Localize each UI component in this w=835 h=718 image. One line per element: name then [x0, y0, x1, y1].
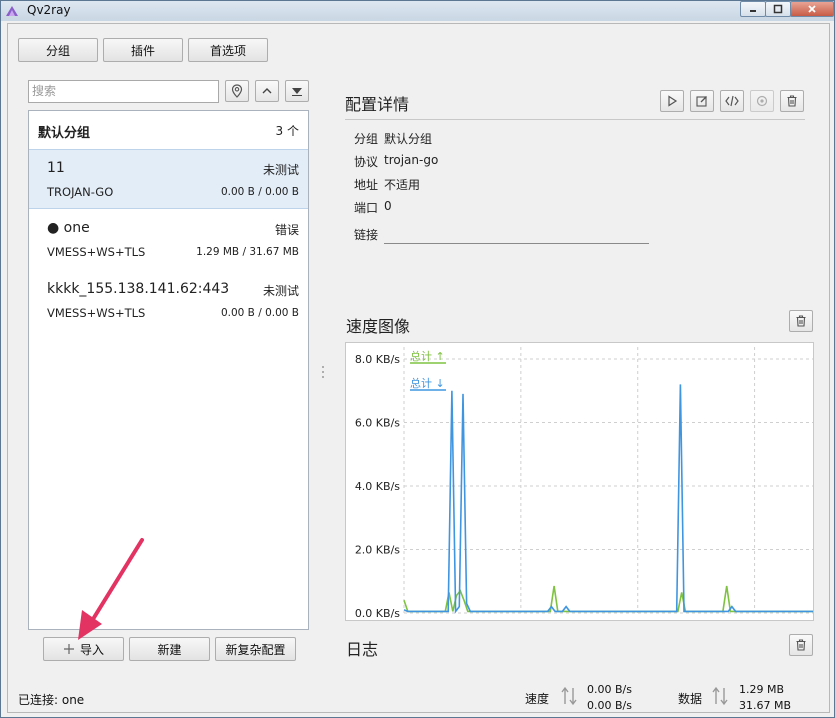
details-title: 配置详情 — [345, 95, 410, 114]
test-icon — [756, 95, 768, 107]
group-label: 分组 — [354, 132, 379, 146]
main-client-area: 分组 插件 首选项 搜索 默认分组 3 个 11 未测试 TROJAN-GO 0… — [7, 23, 830, 713]
code-icon — [725, 95, 739, 107]
download-speed: 0.00 B/s — [587, 699, 632, 712]
chevron-up-icon — [262, 88, 272, 94]
chevron-down-icon — [292, 88, 302, 96]
window-controls — [740, 1, 834, 19]
protocol-label: 协议 — [354, 155, 379, 169]
trash-icon — [796, 315, 806, 327]
qv2ray-logo-icon — [6, 6, 18, 16]
protocol-value: trojan-go — [384, 153, 439, 167]
location-pin-icon — [231, 84, 243, 98]
connection-item[interactable]: ● one 错误 VMESS+WS+TLS 1.29 MB / 31.67 MB — [29, 210, 308, 270]
group-value: 默认分组 — [384, 132, 433, 146]
speed-updown-icon — [561, 686, 577, 706]
splitter-handle-icon[interactable] — [321, 364, 325, 380]
share-link-field[interactable] — [384, 243, 649, 244]
window-title: Qv2ray — [27, 3, 71, 17]
connection-traffic: 0.00 B / 0.00 B — [220, 307, 299, 319]
connection-protocol: TROJAN-GO — [47, 185, 114, 199]
edit-json-button[interactable] — [720, 90, 744, 112]
connection-status-text: 已连接: one — [18, 693, 85, 707]
port-value: 0 — [384, 199, 392, 213]
y-tick-label: 6.0 KB/s — [355, 417, 400, 430]
connection-item[interactable]: kkkk_155.138.141.62:443 未测试 VMESS+WS+TLS… — [29, 271, 308, 331]
close-icon — [808, 5, 816, 13]
clear-speed-chart-button[interactable] — [789, 310, 813, 332]
title-bar: Qv2ray — [1, 1, 834, 21]
connect-button[interactable] — [660, 90, 684, 112]
connection-protocol: VMESS+WS+TLS — [47, 245, 146, 259]
trash-icon — [796, 639, 806, 651]
new-complex-config-button[interactable]: 新复杂配置 — [215, 637, 296, 661]
connection-traffic: 0.00 B / 0.00 B — [220, 186, 299, 198]
connection-status: 未测试 — [262, 163, 299, 177]
clear-log-button[interactable] — [789, 634, 813, 656]
delete-button[interactable] — [780, 90, 804, 112]
legend-label: 总计 ↑ — [410, 349, 445, 363]
link-label: 链接 — [354, 228, 379, 242]
data-uploaded: 1.29 MB — [739, 683, 785, 696]
main-window: Qv2ray 分组 插件 首选项 搜索 默认分组 3 个 11 未测试 TROJ… — [0, 0, 835, 718]
connection-protocol: VMESS+WS+TLS — [47, 306, 146, 320]
address-label: 地址 — [354, 178, 379, 192]
group-header[interactable]: 默认分组 3 个 — [29, 111, 308, 149]
connection-status: 错误 — [274, 223, 299, 237]
preferences-button[interactable]: 首选项 — [188, 38, 268, 62]
plugins-button[interactable]: 插件 — [103, 38, 183, 62]
connection-item[interactable]: 11 未测试 TROJAN-GO 0.00 B / 0.00 B — [29, 149, 308, 209]
port-label: 端口 — [354, 201, 379, 215]
minimize-button[interactable] — [740, 1, 766, 17]
speed-label: 速度 — [525, 692, 550, 706]
trash-icon — [787, 95, 797, 107]
close-button[interactable] — [790, 1, 834, 17]
search-input[interactable]: 搜索 — [28, 80, 219, 103]
locate-button[interactable] — [225, 80, 249, 102]
connection-status: 未测试 — [262, 284, 299, 298]
latency-test-button[interactable] — [750, 90, 774, 112]
series-line — [403, 384, 813, 614]
data-downloaded: 31.67 MB — [739, 699, 792, 712]
connection-name: ● one — [47, 220, 90, 236]
data-label: 数据 — [678, 692, 703, 706]
speed-chart-title: 速度图像 — [346, 317, 411, 336]
connection-name: kkkk_155.138.141.62:443 — [47, 281, 230, 297]
y-tick-label: 8.0 KB/s — [355, 353, 400, 366]
group-name: 默认分组 — [38, 126, 91, 141]
speed-chart-svg: 8.0 KB/s 6.0 KB/s 4.0 KB/s 2.0 KB/s 0.0 KB/s… — [355, 347, 813, 620]
upload-speed: 0.00 B/s — [587, 683, 632, 696]
maximize-button[interactable] — [765, 1, 791, 17]
legend-label: 总计 ↓ — [410, 376, 445, 390]
collapse-button[interactable] — [255, 80, 279, 102]
speed-chart: 8.0 KB/s 6.0 KB/s 4.0 KB/s 2.0 KB/s 0.0 KB/s… — [345, 342, 814, 621]
edit-icon — [696, 96, 707, 107]
address-value: 不适用 — [384, 178, 421, 192]
play-icon — [668, 95, 678, 107]
groups-button[interactable]: 分组 — [18, 38, 98, 62]
connection-traffic: 1.29 MB / 31.67 MB — [196, 246, 299, 258]
expand-button[interactable] — [285, 80, 309, 102]
details-divider — [345, 119, 805, 120]
log-title: 日志 — [346, 640, 379, 659]
annotation-arrow-icon — [78, 538, 144, 640]
series-line — [403, 585, 813, 613]
y-tick-label: 2.0 KB/s — [355, 544, 400, 557]
connection-name: 11 — [47, 160, 65, 176]
y-tick-label: 4.0 KB/s — [355, 480, 400, 493]
group-count: 3 个 — [275, 124, 299, 138]
y-tick-label: 0.0 KB/s — [355, 607, 400, 620]
maximize-icon — [773, 4, 783, 14]
edit-button[interactable] — [690, 90, 714, 112]
data-updown-icon — [712, 686, 728, 706]
minimize-icon — [750, 10, 756, 12]
